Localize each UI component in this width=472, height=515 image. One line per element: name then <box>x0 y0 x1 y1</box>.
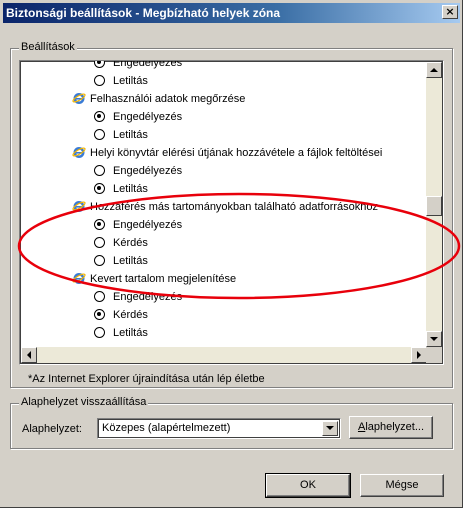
setting-row-label: Engedélyezés <box>113 291 183 303</box>
reset-level-label-text: Alaphelyzet <box>22 423 79 435</box>
reset-group-legend: Alaphelyzet visszaállítása <box>19 396 149 408</box>
radio-checked-icon[interactable] <box>94 183 105 194</box>
setting-row-label: Letiltás <box>113 75 148 87</box>
internet-explorer-icon <box>72 201 86 212</box>
radio-unchecked-icon[interactable] <box>94 129 105 140</box>
reset-level-label: Alaphelyzet: <box>22 423 82 435</box>
setting-heading: Helyi könyvtár elérési útjának hozzávéte… <box>72 145 382 161</box>
setting-row-label: Kérdés <box>113 237 148 249</box>
setting-row-label: Kevert tartalom megjelenítése <box>90 273 237 285</box>
radio-checked-icon[interactable] <box>94 309 105 320</box>
reset-button-label: laphelyzet... <box>365 421 425 433</box>
radio-checked-icon[interactable] <box>94 219 105 230</box>
internet-explorer-icon <box>72 93 86 104</box>
setting-option-radio[interactable]: Letiltás <box>94 181 148 197</box>
horizontal-scrollbar[interactable] <box>21 347 427 363</box>
setting-heading: Kevert tartalom megjelenítése <box>72 271 236 287</box>
setting-row-label: Letiltás <box>113 183 148 195</box>
vertical-scrollbar[interactable] <box>426 62 442 347</box>
setting-row-label: Helyi könyvtár elérési útjának hozzávéte… <box>90 147 383 159</box>
scroll-right-button[interactable] <box>411 347 427 363</box>
arrow-up-icon <box>430 68 438 72</box>
setting-row-label: Engedélyezés <box>113 111 183 123</box>
internet-explorer-icon <box>72 273 86 284</box>
setting-row-label: Felhasználói adatok megőrzése <box>90 93 246 105</box>
setting-option-radio[interactable]: Engedélyezés <box>94 163 182 179</box>
radio-unchecked-icon[interactable] <box>94 165 105 176</box>
radio-unchecked-icon[interactable] <box>94 255 105 266</box>
setting-option-radio[interactable]: Letiltás <box>94 73 148 89</box>
setting-option-radio[interactable]: Kérdés <box>94 235 148 251</box>
radio-unchecked-icon[interactable] <box>94 327 105 338</box>
setting-option-radio[interactable]: Engedélyezés <box>94 60 183 71</box>
arrow-down-icon <box>430 337 438 341</box>
radio-unchecked-icon[interactable] <box>94 75 105 86</box>
setting-row-label: Engedélyezés <box>113 60 183 69</box>
title-bar[interactable]: Biztonsági beállítások - Megbízható hely… <box>3 3 460 23</box>
radio-unchecked-icon[interactable] <box>94 237 105 248</box>
settings-list[interactable]: Engedélyezés Letiltás Felhasználói adatok … <box>19 60 444 365</box>
setting-row-label: Letiltás <box>113 129 148 141</box>
setting-option-radio[interactable]: Kérdés <box>94 307 148 323</box>
setting-option-radio[interactable]: Letiltás <box>94 325 148 341</box>
setting-row-label: Kérdés <box>113 309 148 321</box>
setting-heading: Felhasználói adatok megőrzése <box>72 91 245 107</box>
reset-level-select[interactable]: Közepes (alapértelmezett) <box>97 418 341 439</box>
setting-option-radio[interactable]: Letiltás <box>94 127 148 143</box>
scroll-thumb[interactable] <box>426 196 442 216</box>
setting-option-radio[interactable]: Engedélyezés <box>94 109 182 125</box>
setting-row-label: Engedélyezés <box>113 219 183 231</box>
setting-row-label: Hozzáférés más tartományokban található … <box>90 201 378 213</box>
setting-option-radio[interactable]: Engedélyezés <box>94 217 182 233</box>
window-title: Biztonsági beállítások - Megbízható hely… <box>6 6 281 20</box>
ok-button[interactable]: OK <box>265 473 351 498</box>
reset-button[interactable]: Alaphelyzet... <box>349 416 433 439</box>
reset-level-value: Közepes (alapértelmezett) <box>102 422 231 434</box>
security-settings-dialog: Biztonsági beállítások - Megbízható hely… <box>0 0 463 508</box>
scroll-down-button[interactable] <box>426 331 442 347</box>
radio-checked-icon[interactable] <box>94 111 105 122</box>
scroll-up-button[interactable] <box>426 62 442 78</box>
close-button[interactable]: × <box>442 5 458 19</box>
restart-note: *Az Internet Explorer újraindítása után … <box>28 373 265 385</box>
scrollbar-corner <box>426 347 442 363</box>
reset-level-label-colon: : <box>78 423 82 435</box>
setting-row-label: Engedélyezés <box>113 165 183 177</box>
radio-checked-icon[interactable] <box>94 61 105 68</box>
arrow-left-icon <box>27 351 31 359</box>
scroll-left-button[interactable] <box>21 347 37 363</box>
chevron-down-icon <box>326 426 334 430</box>
internet-explorer-icon <box>72 147 86 158</box>
setting-row-label: Letiltás <box>113 327 148 339</box>
setting-option-radio[interactable]: Engedélyezés <box>94 289 182 305</box>
arrow-right-icon <box>417 351 421 359</box>
cancel-button[interactable]: Mégse <box>360 474 444 497</box>
settings-list-content: Engedélyezés Letiltás Felhasználói adatok … <box>20 60 428 364</box>
settings-group-legend: Beállítások <box>19 41 77 53</box>
radio-unchecked-icon[interactable] <box>94 291 105 302</box>
reset-level-dropdown-button[interactable] <box>322 421 338 436</box>
setting-option-radio[interactable]: Letiltás <box>94 253 148 269</box>
setting-heading: Hozzáférés más tartományokban található … <box>72 199 378 215</box>
setting-row-label: Letiltás <box>113 255 148 267</box>
